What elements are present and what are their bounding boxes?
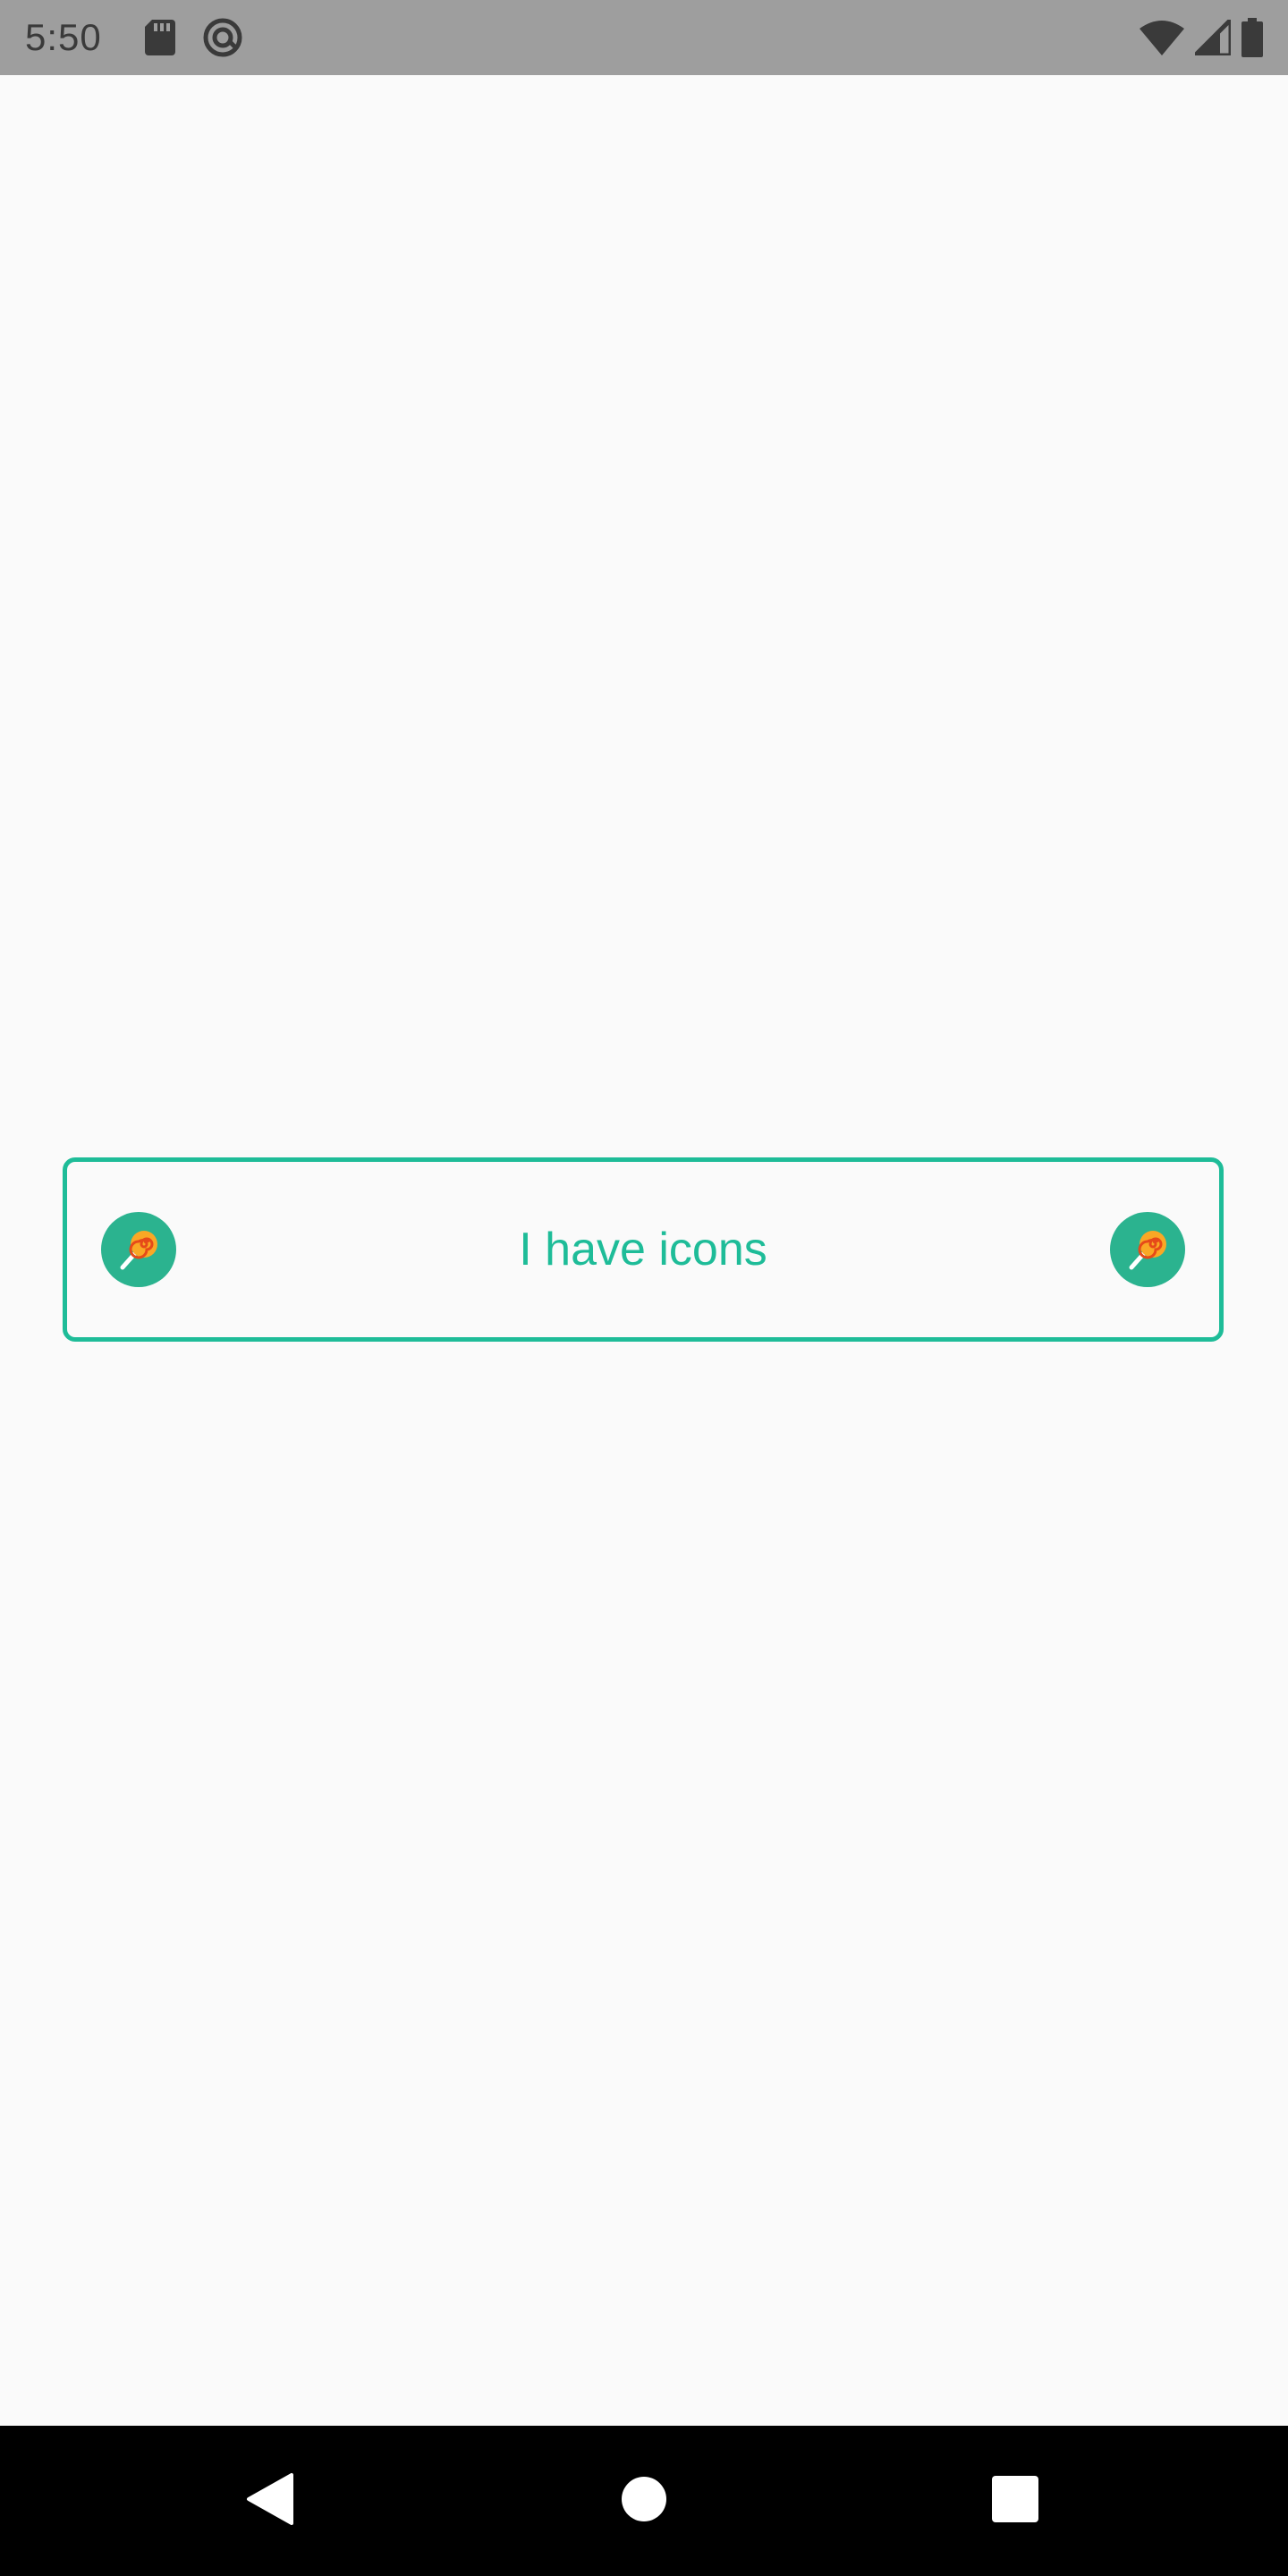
status-right-icons (1140, 18, 1263, 57)
wifi-icon (1140, 20, 1184, 55)
home-button[interactable] (599, 2456, 689, 2546)
lollipop-icon (1110, 1212, 1185, 1287)
sd-card-icon (144, 20, 175, 55)
main-content: I have icons (0, 75, 1288, 2426)
status-left-icons (144, 17, 243, 58)
status-bar: 5:50 (0, 0, 1288, 75)
back-button[interactable] (225, 2456, 315, 2546)
lollipop-icon (101, 1212, 176, 1287)
navigation-bar (0, 2426, 1288, 2576)
screen: 5:50 I have icons (0, 0, 1288, 2576)
battery-icon (1241, 18, 1263, 57)
recents-button[interactable] (970, 2456, 1060, 2546)
icon-button[interactable]: I have icons (63, 1157, 1224, 1342)
home-icon (621, 2476, 667, 2527)
button-label: I have icons (519, 1224, 767, 1275)
recents-icon (991, 2475, 1039, 2528)
sync-icon (202, 17, 243, 58)
back-icon (245, 2471, 295, 2531)
status-time: 5:50 (25, 16, 102, 58)
signal-icon (1195, 20, 1231, 55)
